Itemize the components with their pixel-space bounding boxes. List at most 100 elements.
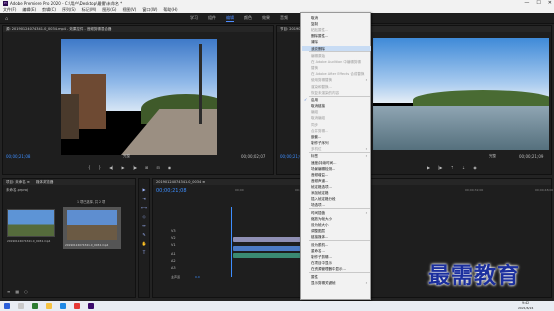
track-a2[interactable]: A2 (171, 259, 176, 263)
track-a3[interactable]: A3 (171, 266, 176, 270)
context-menu-item[interactable]: 帧定格选项... (311, 185, 332, 190)
premiere-taskbar-icon[interactable] (88, 303, 94, 309)
selection-tool-icon[interactable]: ▶ (142, 187, 145, 192)
workspace-audio[interactable]: 音频 (280, 15, 288, 22)
context-menu-item: 替换 (311, 66, 318, 71)
context-menu-item[interactable]: 时间插值 (311, 211, 325, 216)
pen-tool-icon[interactable]: ✎ (142, 232, 145, 237)
context-menu-item[interactable]: 清除 (311, 40, 318, 45)
context-menu-item[interactable]: 制作子序列 (311, 141, 329, 146)
search-icon[interactable] (18, 303, 24, 309)
minimize-button[interactable]: — (524, 0, 529, 7)
source-timecode-current[interactable]: 00;00;21;08 (6, 154, 30, 159)
source-video-frame[interactable] (61, 39, 217, 155)
context-menu-item[interactable]: 重命名... (311, 249, 325, 254)
program-fit-select[interactable]: 完整 (489, 154, 496, 159)
zoom-slider-icon[interactable]: ○ (24, 289, 28, 294)
list-view-icon[interactable]: ≡ (7, 289, 10, 294)
timeline-tab[interactable]: 20190124074341.0_0034 ≡ (156, 180, 205, 184)
extract-icon[interactable]: ⇣ (462, 165, 465, 170)
program-step-icon[interactable]: |▶ (438, 165, 442, 170)
context-menu-item[interactable]: 取消链接 (311, 104, 325, 109)
source-tab[interactable]: 源: 20190124074341.0_0034.mp4 - 效果控件 - 音频… (6, 27, 111, 32)
context-menu-item[interactable]: 取消 (311, 16, 318, 21)
step-forward-icon[interactable]: |▶ (133, 165, 137, 170)
context-menu-item[interactable]: 删除属性... (311, 34, 328, 39)
context-menu-item[interactable]: 插入帧定格分段 (311, 197, 336, 202)
context-menu-item[interactable]: 音频增益... (311, 173, 328, 178)
context-menu-item[interactable]: 嵌套... (311, 135, 321, 140)
project-thumbnail-2[interactable]: 20190124074341.0_0034.mp4 (63, 207, 121, 249)
track-select-icon[interactable]: ⇥ (142, 196, 145, 201)
project-tab[interactable]: 项目: 未命名 ≡ (6, 180, 30, 185)
context-menu-item[interactable]: 缩放为帧大小 (311, 217, 332, 222)
mark-in-icon[interactable]: { (88, 165, 91, 170)
razor-tool-icon[interactable]: ◇ (142, 214, 145, 219)
workspace-learn[interactable]: 学习 (190, 15, 198, 22)
context-menu-item[interactable]: 音频声道... (311, 179, 328, 184)
media-browser-tab[interactable]: 媒体浏览器 (36, 180, 54, 185)
track-v3[interactable]: V3 (171, 229, 176, 233)
context-menu-item[interactable]: 标签 (311, 154, 318, 159)
icon-view-icon[interactable]: ▦ (15, 289, 19, 294)
maximize-button[interactable]: ☐ (536, 0, 540, 7)
explorer-icon[interactable] (46, 303, 52, 309)
slip-tool-icon[interactable]: ↔ (142, 223, 145, 228)
mark-out-icon[interactable]: } (99, 165, 102, 170)
home-icon[interactable]: ⌂ (5, 16, 8, 22)
clock-time: 9:42 (522, 301, 530, 305)
step-back-icon[interactable]: ◀| (109, 165, 113, 170)
workspace-color[interactable]: 颜色 (244, 15, 252, 22)
camera-icon[interactable]: ◉ (168, 165, 172, 170)
project-thumbnail-1[interactable]: 20190124074341.0_0034.mp4 (7, 209, 59, 243)
ripple-edit-icon[interactable]: ⟷ (141, 205, 147, 210)
context-menu-item[interactable]: 场景编辑检测... (311, 167, 335, 172)
master-value[interactable]: 0.0 (195, 275, 200, 279)
timeline-timecode[interactable]: 00;00;21;08 (156, 188, 187, 194)
workspace-editing[interactable]: 编辑 (226, 15, 234, 22)
overwrite-icon[interactable]: ⊟ (156, 165, 159, 170)
track-v2[interactable]: V2 (171, 236, 176, 240)
context-menu-item[interactable]: 调整图层 (311, 229, 325, 234)
app-icon[interactable] (74, 303, 80, 309)
close-button[interactable]: ✕ (548, 0, 552, 7)
timeline-ruler[interactable]: 00;00 00;00;16;00 00;00;32;00 00;00;48;0… (235, 188, 553, 194)
workspace-effects[interactable]: 效果 (262, 15, 270, 22)
audio-clip[interactable] (233, 253, 301, 258)
insert-icon[interactable]: ⊞ (145, 165, 148, 170)
track-v1[interactable]: V1 (171, 243, 176, 247)
hand-tool-icon[interactable]: ✋ (142, 241, 147, 246)
submenu-arrow-icon: › (365, 210, 367, 215)
context-menu-item[interactable]: 制作子剪辑... (311, 255, 332, 260)
context-menu-item[interactable]: 显示剪辑关键帧 (311, 281, 336, 286)
program-play-icon[interactable]: ▶ (427, 165, 430, 170)
video-clip[interactable] (233, 237, 301, 242)
source-fit-select[interactable]: 完整 (123, 154, 130, 159)
context-menu-item[interactable]: 添加帧定格 (311, 191, 329, 196)
context-menu-item[interactable]: 设为脱机... (311, 243, 328, 248)
workspace-tabs: 学习 组件 编辑 颜色 效果 音频 (190, 15, 288, 22)
context-menu-item[interactable]: 属性 (311, 275, 318, 280)
playhead[interactable] (231, 207, 232, 277)
context-menu-item[interactable]: 设为帧大小 (311, 223, 329, 228)
type-tool-icon[interactable]: T (143, 250, 145, 255)
context-menu-item[interactable]: 复制 (311, 22, 318, 27)
play-icon[interactable]: ▶ (122, 165, 125, 170)
track-a1[interactable]: A1 (171, 252, 176, 256)
browser-icon[interactable] (60, 303, 66, 309)
context-menu-item[interactable]: 启用 (311, 98, 318, 103)
program-video-frame[interactable] (373, 38, 549, 150)
lift-icon[interactable]: ⇡ (451, 165, 454, 170)
start-icon[interactable] (4, 303, 10, 309)
task-view-icon[interactable] (32, 303, 38, 309)
export-frame-icon[interactable]: ◉ (473, 165, 477, 170)
source-tab-row: 源: 20190124074341.0_0034.mp4 - 效果控件 - 音频… (3, 26, 273, 32)
context-menu-item: 编辑原始 (311, 54, 325, 58)
context-menu-item[interactable]: 在项目中显示 (311, 261, 332, 266)
context-menu-item[interactable]: 速度/持续时间... (311, 161, 337, 166)
workspace-assembly[interactable]: 组件 (208, 15, 216, 22)
clip-context-menu: 取消 复制 粘贴属性... 删除属性... 清除 波纹删除 编辑原始在 Adobe Audi… (300, 12, 371, 300)
context-menu-item: 在 Adobe Audition 中编辑剪辑 (311, 60, 361, 65)
menu-separator (309, 151, 370, 153)
video-clip-selected[interactable] (233, 246, 301, 251)
